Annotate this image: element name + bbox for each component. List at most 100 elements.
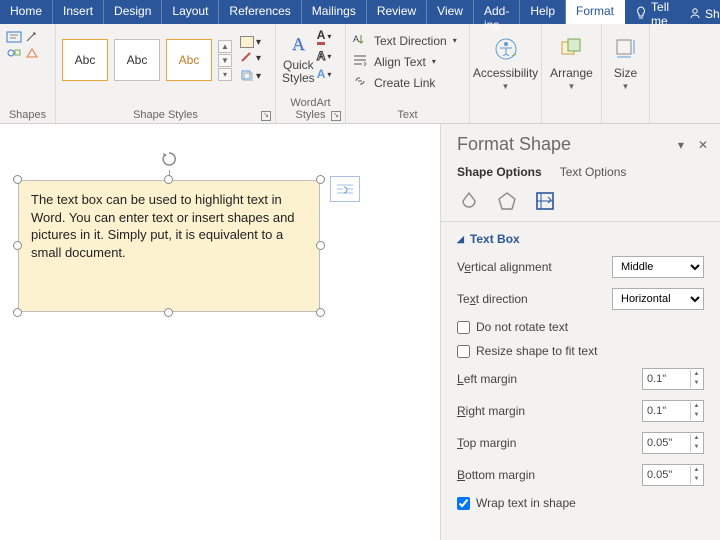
pane-tab-text-options[interactable]: Text Options <box>560 165 627 179</box>
resize-shape-input[interactable] <box>457 345 470 358</box>
text-direction-select[interactable]: Horizontal <box>612 288 704 310</box>
textbox-content[interactable]: The text box can be used to highlight te… <box>18 180 320 312</box>
text-effects-button[interactable]: A▾ <box>317 67 332 81</box>
group-label-accessibility <box>476 119 535 121</box>
size-label: Size <box>614 66 637 80</box>
resize-handle-sw[interactable] <box>13 308 22 317</box>
tab-view[interactable]: View <box>427 0 474 24</box>
spin-down-icon[interactable]: ▼ <box>690 475 702 484</box>
bottom-margin-input[interactable]: 0.05"▲▼ <box>642 464 704 486</box>
resize-handle-nw[interactable] <box>13 175 22 184</box>
resize-handle-se[interactable] <box>316 308 325 317</box>
pane-title: Format Shape <box>457 134 571 155</box>
shape-style-2[interactable]: Abc <box>114 39 160 81</box>
spin-up-icon[interactable]: ▲ <box>690 466 702 475</box>
rotate-handle[interactable] <box>160 150 178 171</box>
quick-styles-button[interactable]: A Quick Styles <box>282 28 315 92</box>
chevron-down-icon[interactable]: ▼ <box>218 54 232 67</box>
tab-layout[interactable]: Layout <box>162 0 219 24</box>
person-icon <box>689 7 701 22</box>
arrange-label: Arrange <box>550 66 593 80</box>
document-area: The text box can be used to highlight te… <box>0 124 720 540</box>
dialog-launcher-icon[interactable]: ↘ <box>331 111 341 121</box>
top-margin-label: Top margin <box>457 436 642 450</box>
spin-down-icon[interactable]: ▼ <box>690 411 702 420</box>
pane-options-button[interactable]: ▾ <box>678 138 684 152</box>
create-link-button[interactable]: Create Link <box>352 74 463 91</box>
resize-shape-checkbox[interactable]: Resize shape to fit text <box>457 344 704 358</box>
resize-handle-n[interactable] <box>164 175 173 184</box>
textbox-icon[interactable] <box>6 30 22 44</box>
close-icon[interactable]: ✕ <box>698 138 708 152</box>
chevron-up-icon[interactable]: ▲ <box>218 40 232 53</box>
spin-up-icon[interactable]: ▲ <box>690 370 702 379</box>
document-canvas[interactable]: The text box can be used to highlight te… <box>0 124 440 540</box>
tab-home[interactable]: Home <box>0 0 53 24</box>
pencil-icon <box>240 51 254 66</box>
selected-textbox[interactable]: The text box can be used to highlight te… <box>18 180 320 312</box>
spin-down-icon[interactable]: ▼ <box>690 379 702 388</box>
tab-format[interactable]: Format <box>566 0 625 24</box>
pane-tab-shape-options[interactable]: Shape Options <box>457 165 542 179</box>
shape-style-3[interactable]: Abc <box>166 39 212 81</box>
shape-effects-button[interactable]: ▾ <box>240 69 261 84</box>
text-fill-button[interactable]: A▾ <box>317 28 332 45</box>
accessibility-button[interactable]: Accessibility ▼ <box>476 28 535 91</box>
tab-design[interactable]: Design <box>104 0 162 24</box>
text-outline-button[interactable]: A▾ <box>317 49 332 63</box>
spin-up-icon[interactable]: ▲ <box>690 402 702 411</box>
tab-addins[interactable]: Add-ins <box>474 0 520 24</box>
left-margin-label: Left margin <box>457 372 642 386</box>
effects-icon[interactable] <box>495 189 519 213</box>
group-label-size <box>608 119 643 121</box>
group-label-text: Text <box>352 107 463 121</box>
tell-me[interactable]: Tell me <box>625 0 679 24</box>
do-not-rotate-input[interactable] <box>457 321 470 334</box>
tab-help[interactable]: Help <box>520 0 566 24</box>
align-text-button[interactable]: Align Text▾ <box>352 53 463 70</box>
shapes-gallery-icon[interactable] <box>6 46 22 60</box>
group-label-shape-styles: Shape Styles↘ <box>62 107 269 121</box>
tab-review[interactable]: Review <box>367 0 427 24</box>
layout-properties-icon[interactable] <box>533 189 557 213</box>
text-direction-label: Text Direction <box>374 34 447 48</box>
fill-line-icon[interactable] <box>457 189 481 213</box>
wrap-text-input[interactable] <box>457 497 470 510</box>
section-text-box[interactable]: ◢ Text Box <box>457 232 704 246</box>
wrap-text-checkbox[interactable]: Wrap text in shape <box>457 496 704 510</box>
text-direction-button[interactable]: A Text Direction▾ <box>352 32 463 49</box>
resize-handle-s[interactable] <box>164 308 173 317</box>
size-button[interactable]: Size ▼ <box>608 28 643 91</box>
layout-options-button[interactable] <box>330 176 360 202</box>
vertical-alignment-select[interactable]: Middle <box>612 256 704 278</box>
tab-insert[interactable]: Insert <box>53 0 104 24</box>
spin-down-icon[interactable]: ▼ <box>690 443 702 452</box>
text-outline-icon: A <box>317 49 326 63</box>
more-styles-icon[interactable]: ▾ <box>218 68 232 81</box>
tab-references[interactable]: References <box>219 0 301 24</box>
group-arrange: Arrange ▼ <box>542 24 602 123</box>
dialog-launcher-icon[interactable]: ↘ <box>261 111 271 121</box>
do-not-rotate-checkbox[interactable]: Do not rotate text <box>457 320 704 334</box>
group-label-shapes: Shapes <box>6 107 49 121</box>
top-margin-input[interactable]: 0.05"▲▼ <box>642 432 704 454</box>
resize-handle-e[interactable] <box>316 241 325 250</box>
arrange-button[interactable]: Arrange ▼ <box>548 28 595 91</box>
spin-up-icon[interactable]: ▲ <box>690 434 702 443</box>
resize-handle-ne[interactable] <box>316 175 325 184</box>
shape-outline-button[interactable]: ▾ <box>240 51 261 66</box>
chevron-down-icon: ▼ <box>568 82 576 91</box>
share-button[interactable]: Share <box>679 0 720 24</box>
left-margin-input[interactable]: 0.1"▲▼ <box>642 368 704 390</box>
more-shapes-icon[interactable] <box>24 46 40 60</box>
shape-style-scroll[interactable]: ▲ ▼ ▾ <box>218 40 232 81</box>
share-label: Share <box>705 7 720 21</box>
chevron-down-icon: ▼ <box>622 82 630 91</box>
shape-style-1[interactable]: Abc <box>62 39 108 81</box>
right-margin-input[interactable]: 0.1"▲▼ <box>642 400 704 422</box>
edit-shape-icon[interactable] <box>24 30 40 44</box>
resize-handle-w[interactable] <box>13 241 22 250</box>
shape-fill-button[interactable]: ▾ <box>240 36 261 48</box>
group-label-wordart: WordArt Styles↘ <box>282 95 339 121</box>
tab-mailings[interactable]: Mailings <box>302 0 367 24</box>
